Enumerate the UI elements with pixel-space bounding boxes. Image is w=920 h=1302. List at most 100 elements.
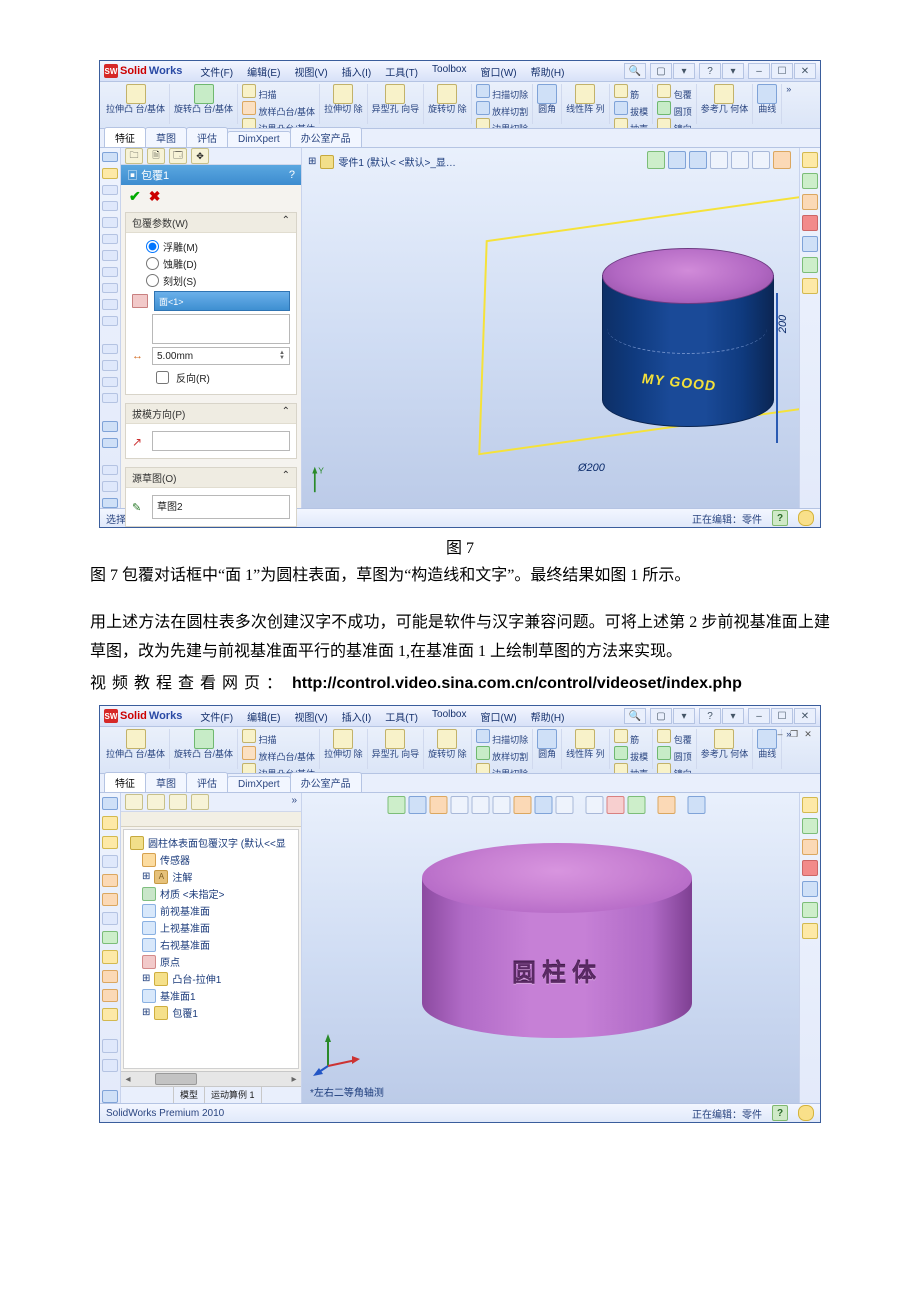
right-tool-icon[interactable] xyxy=(802,839,818,855)
right-tool-icon[interactable] xyxy=(802,860,818,876)
feature-tree[interactable]: 圆柱体表面包覆汉字 (默认<<显 传感器 ⊞A注解 材质 <未指定> 前视基准面… xyxy=(123,829,299,1069)
face-selection[interactable]: 面<1> xyxy=(154,291,290,311)
vp-tool-icon[interactable] xyxy=(513,796,531,814)
left-tool-icon[interactable] xyxy=(102,393,118,403)
pm-tab-config-icon[interactable]: 🗎 xyxy=(147,148,165,164)
ribbon-revolve[interactable]: 旋转凸 台/基体 xyxy=(170,729,238,769)
menu-help[interactable]: 帮助(H) xyxy=(525,62,571,81)
ribbon-hole[interactable]: 异型孔 向导 xyxy=(368,84,425,124)
left-tool-icon[interactable] xyxy=(102,421,118,431)
vp-tool-icon[interactable] xyxy=(606,796,624,814)
left-tool-icon[interactable] xyxy=(102,816,118,829)
ribbon-fillet[interactable]: 圆角 xyxy=(533,84,562,124)
left-tool-icon[interactable] xyxy=(102,931,118,944)
ribbon-cut-sweep[interactable]: 扫描切除 xyxy=(476,729,529,746)
left-tool-icon[interactable] xyxy=(102,185,118,195)
vp-tool-icon[interactable] xyxy=(668,151,686,169)
graphics-viewport[interactable]: ⊞零件1 (默认< <默认>_显… MY GOOD 200 Ø200 xyxy=(302,148,799,508)
vp-tool-icon[interactable] xyxy=(471,796,489,814)
source-sketch-field[interactable]: ✎ 草图2 xyxy=(132,495,290,519)
collapse-icon[interactable]: ⌃ xyxy=(282,215,290,230)
menu-edit[interactable]: 编辑(E) xyxy=(241,62,286,81)
doc-minimize-icon[interactable]: – xyxy=(774,728,786,740)
left-tool-icon[interactable] xyxy=(102,893,118,906)
help-icon[interactable]: ?▾ xyxy=(699,708,744,724)
help-icon[interactable]: ?▾ xyxy=(699,63,744,79)
vp-tool-icon[interactable] xyxy=(585,796,603,814)
menu-toolbox[interactable]: Toolbox xyxy=(426,707,472,726)
left-tool-icon[interactable] xyxy=(102,989,118,1002)
ribbon-shell[interactable]: 抽壳 xyxy=(614,118,649,129)
left-tool-icon[interactable] xyxy=(102,797,118,810)
cylinder-model[interactable]: 圆柱体 xyxy=(422,843,692,1053)
left-tool-icon[interactable] xyxy=(102,250,118,260)
pm-ok-button[interactable]: ✔ xyxy=(129,188,141,205)
ribbon-rib[interactable]: 筋 xyxy=(614,729,649,746)
tree-plane1[interactable]: 基准面1 xyxy=(126,987,296,1004)
ft-tab-display-icon[interactable] xyxy=(169,794,187,810)
menu-insert[interactable]: 插入(I) xyxy=(336,707,377,726)
tree-extrude1[interactable]: ⊞凸台-拉伸1 xyxy=(126,970,296,987)
ribbon-cut-revolve[interactable]: 旋转切 除 xyxy=(424,84,472,124)
vp-tool-icon[interactable] xyxy=(450,796,468,814)
tree-material[interactable]: 材质 <未指定> xyxy=(126,885,296,902)
ribbon-cut-boundary[interactable]: 边界切除 xyxy=(476,118,529,129)
left-tool-icon[interactable] xyxy=(102,168,118,178)
ribbon-cut-loft[interactable]: 放样切割 xyxy=(476,746,529,763)
tree-root[interactable]: 圆柱体表面包覆汉字 (默认<<显 xyxy=(126,834,296,851)
ribbon-extrude[interactable]: 拉伸凸 台/基体 xyxy=(102,84,170,124)
ribbon-sweep[interactable]: 扫描 xyxy=(242,84,315,101)
flyout-root-label[interactable]: 零件1 (默认< <默认>_显… xyxy=(338,154,456,169)
vp-tool-icon[interactable] xyxy=(627,796,645,814)
menu-edit[interactable]: 编辑(E) xyxy=(241,707,286,726)
ft-tab-move-icon[interactable] xyxy=(191,794,209,810)
ribbon-shell[interactable]: 抽壳 xyxy=(614,763,649,774)
pm-section-source-header[interactable]: 源草图(O) ⌃ xyxy=(126,468,296,488)
tutorial-link[interactable]: http://control.video.sina.com.cn/control… xyxy=(292,675,742,692)
tree-annotations[interactable]: ⊞A注解 xyxy=(126,868,296,885)
left-tool-icon[interactable] xyxy=(102,344,118,354)
left-tool-icon[interactable] xyxy=(102,874,118,887)
dimension-height[interactable]: 200 xyxy=(777,315,789,333)
ribbon-more[interactable]: » xyxy=(782,84,795,124)
direction-input[interactable] xyxy=(152,431,290,451)
left-tool-expand-icon[interactable] xyxy=(102,498,118,508)
radio-emboss[interactable]: 浮雕(M) xyxy=(146,239,290,254)
pm-help-icon[interactable]: ? xyxy=(289,169,295,181)
right-tool-icon[interactable] xyxy=(802,257,818,273)
search-icon[interactable]: 🔍 xyxy=(624,63,646,79)
close-button[interactable]: ✕ xyxy=(794,708,816,724)
ribbon-dome[interactable]: 圆顶 xyxy=(657,101,692,118)
dimension-diameter[interactable]: Ø200 xyxy=(578,462,605,474)
ribbon-loft[interactable]: 放样凸台/基体 xyxy=(242,101,315,118)
radio-deboss[interactable]: 蚀雕(D) xyxy=(146,256,290,271)
ribbon-pattern[interactable]: 线性阵 列 xyxy=(562,729,610,769)
pm-cancel-button[interactable]: ✖ xyxy=(149,188,161,205)
right-tool-icon[interactable] xyxy=(802,173,818,189)
ribbon-refgeom[interactable]: 参考几 何体 xyxy=(697,729,754,769)
pm-tab-feature-icon[interactable]: 🗀 xyxy=(125,148,143,164)
pm-tab-move-icon[interactable]: ✥ xyxy=(191,148,209,164)
tab-dimxpert[interactable]: DimXpert xyxy=(227,776,291,792)
left-tool-icon[interactable] xyxy=(102,1008,118,1021)
vp-tool-icon[interactable] xyxy=(408,796,426,814)
left-tool-icon[interactable] xyxy=(102,267,118,277)
right-tool-icon[interactable] xyxy=(802,236,818,252)
tab-evaluate[interactable]: 评估 xyxy=(186,127,228,147)
right-tool-icon[interactable] xyxy=(802,278,818,294)
tab-motion[interactable]: 运动算例 1 xyxy=(205,1087,262,1103)
status-rebuild-icon[interactable] xyxy=(798,1105,814,1121)
doc-restore-icon[interactable]: ❐ xyxy=(788,728,800,740)
ribbon-pattern[interactable]: 线性阵 列 xyxy=(562,84,610,124)
vp-tool-icon[interactable] xyxy=(710,151,728,169)
close-button[interactable]: ✕ xyxy=(794,63,816,79)
maximize-button[interactable]: ☐ xyxy=(771,63,793,79)
ribbon-cut-sweep[interactable]: 扫描切除 xyxy=(476,84,529,101)
menu-window[interactable]: 窗口(W) xyxy=(474,62,522,81)
cylinder-model[interactable]: MY GOOD 200 xyxy=(602,248,772,438)
right-tool-icon[interactable] xyxy=(802,152,818,168)
right-tool-icon[interactable] xyxy=(802,215,818,231)
radio-deboss-input[interactable] xyxy=(146,257,159,270)
ribbon-wrap[interactable]: 包覆 xyxy=(657,729,692,746)
left-tool-icon[interactable] xyxy=(102,1059,118,1072)
